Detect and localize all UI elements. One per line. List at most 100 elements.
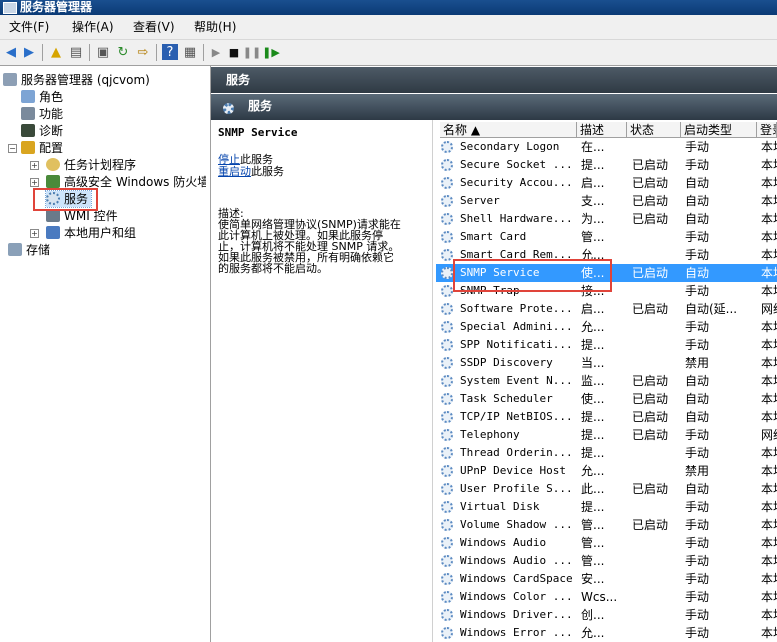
gear-icon [441, 501, 453, 513]
service-startup-cell: 手动 [685, 338, 710, 352]
expand-firewall-icon[interactable]: + [30, 178, 39, 187]
back-arrow-icon[interactable]: ◀ [3, 44, 19, 60]
pause-service-icon[interactable]: ❚❚ [243, 44, 261, 60]
service-row[interactable]: System Event N... 监... 已启动 自动 本地系统 [436, 372, 777, 390]
service-row[interactable]: Windows CardSpace 安... 手动 本地系统 [436, 570, 777, 588]
column-header-description[interactable]: 描述 [577, 122, 627, 138]
service-row[interactable]: SSDP Discovery 当... 禁用 本地服务 [436, 354, 777, 372]
service-logon-cell: 本地服务 [761, 158, 777, 172]
service-row[interactable]: User Profile S... 此... 已启动 自动 本地系统 [436, 480, 777, 498]
console-icon[interactable]: ▦ [182, 44, 198, 60]
gear-icon [441, 591, 453, 603]
refresh-icon[interactable]: ↻ [115, 44, 131, 60]
service-startup-cell: 手动 [685, 320, 710, 334]
restart-service-link[interactable]: 重启动 [218, 165, 251, 178]
service-status-cell: 已启动 [632, 392, 669, 406]
service-name-cell: Task Scheduler [460, 392, 553, 405]
tree-item-config[interactable]: 配置 [21, 140, 63, 156]
service-row[interactable]: Windows Color ... Wcs... 手动 本地服务 [436, 588, 777, 606]
service-status-cell: 已启动 [632, 212, 669, 226]
gear-icon [441, 393, 453, 405]
column-header-startup-type[interactable]: 启动类型 [681, 122, 757, 138]
service-name-cell: Telephony [460, 428, 520, 441]
service-row[interactable]: SPP Notificati... 提... 手动 本地服务 [436, 336, 777, 354]
service-row[interactable]: Volume Shadow ... 管... 已启动 手动 本地系统 [436, 516, 777, 534]
gear-icon [441, 321, 453, 333]
service-name-cell: SSDP Discovery [460, 356, 553, 369]
config-icon [21, 141, 35, 154]
service-logon-cell: 本地系统 [761, 212, 777, 226]
forward-arrow-icon[interactable]: ▶ [21, 44, 37, 60]
service-startup-cell: 自动 [685, 176, 710, 190]
service-row[interactable]: Special Admini... 允... 手动 本地系统 [436, 318, 777, 336]
service-startup-cell: 自动 [685, 410, 710, 424]
tree-item-task-scheduler[interactable]: 任务计划程序 [46, 157, 136, 173]
tree-item-diagnostics[interactable]: 诊断 [21, 123, 63, 139]
tree-item-features[interactable]: 功能 [21, 106, 63, 122]
expand-task-scheduler-icon[interactable]: + [30, 161, 39, 170]
service-status-cell: 已启动 [632, 176, 669, 190]
stop-service-icon[interactable]: ■ [226, 44, 242, 60]
gear-icon [441, 267, 453, 279]
service-row[interactable]: Telephony 提... 已启动 手动 网络服务 [436, 426, 777, 444]
service-row[interactable]: Server 支... 已启动 自动 本地系统 [436, 192, 777, 210]
service-row[interactable]: Task Scheduler 使... 已启动 自动 本地系统 [436, 390, 777, 408]
menu-view[interactable]: 查看(V) [133, 15, 175, 39]
service-logon-cell: 本地系统 [761, 482, 777, 496]
expand-local-users-icon[interactable]: + [30, 229, 39, 238]
column-header-name[interactable]: 名称 ▲ [440, 122, 577, 138]
panel-title: 服务 [226, 73, 251, 87]
title-bar: 服务器管理器 [0, 0, 777, 15]
service-name-cell: Software Prote... [460, 302, 573, 315]
service-row[interactable]: Windows Error ... 允... 手动 本地系统 [436, 624, 777, 642]
service-startup-cell: 手动 [685, 590, 710, 604]
service-status-cell: 已启动 [632, 410, 669, 424]
service-row[interactable]: Virtual Disk 提... 手动 本地系统 [436, 498, 777, 516]
properties-icon[interactable]: ▣ [95, 44, 111, 60]
service-name-cell: SPP Notificati... [460, 338, 573, 351]
help-icon[interactable]: ? [162, 44, 178, 60]
service-row[interactable]: Smart Card 管... 手动 本地服务 [436, 228, 777, 246]
service-desc-cell: 此... [581, 482, 605, 496]
restart-service-line: 重启动此服务 [218, 166, 284, 178]
service-row[interactable]: Security Accou... 启... 已启动 自动 本地系统 [436, 174, 777, 192]
service-name-cell: TCP/IP NetBIOS... [460, 410, 573, 423]
up-folder-icon[interactable]: ▲ [48, 44, 64, 60]
service-row[interactable]: TCP/IP NetBIOS... 提... 已启动 自动 本地服务 [436, 408, 777, 426]
column-header-logon[interactable]: 登录为 [757, 122, 777, 138]
service-row[interactable]: Thread Orderin... 提... 手动 本地服务 [436, 444, 777, 462]
service-desc-cell: 允... [581, 464, 605, 478]
service-row[interactable]: Windows Audio 管... 手动 本地服务 [436, 534, 777, 552]
gear-icon [441, 465, 453, 477]
gear-icon [441, 285, 453, 297]
service-row[interactable]: Software Prote... 启... 已启动 自动(延... 网络服务 [436, 300, 777, 318]
service-row[interactable]: UPnP Device Host 允... 禁用 本地服务 [436, 462, 777, 480]
service-row[interactable]: Shell Hardware... 为... 已启动 自动 本地系统 [436, 210, 777, 228]
tree-item-local-users[interactable]: 本地用户和组 [46, 225, 136, 241]
restart-service-icon[interactable]: ❚▶ [262, 44, 280, 60]
service-row[interactable]: Secure Socket ... 提... 已启动 手动 本地服务 [436, 156, 777, 174]
service-name-cell: Windows Driver... [460, 608, 573, 621]
tree-item-label: 高级安全 Windows 防火墙 [64, 175, 206, 189]
show-hide-tree-icon[interactable]: ▤ [68, 44, 84, 60]
tree-item-roles[interactable]: 角色 [21, 89, 63, 105]
service-name-cell: Smart Card [460, 230, 527, 243]
service-startup-cell: 手动 [685, 518, 710, 532]
menu-action[interactable]: 操作(A) [72, 15, 114, 39]
section-title: 服务 [248, 99, 273, 113]
service-row[interactable]: Secondary Logon 在... 手动 本地系统 [436, 138, 777, 156]
collapse-config-icon[interactable]: − [8, 144, 17, 153]
column-header-status[interactable]: 状态 [627, 122, 681, 138]
start-service-icon[interactable]: ▶ [208, 44, 224, 60]
service-logon-cell: 网络服务 [761, 302, 777, 316]
menu-file[interactable]: 文件(F) [9, 15, 49, 39]
service-startup-cell: 手动 [685, 608, 710, 622]
service-status-cell: 已启动 [632, 158, 669, 172]
tree-item-storage[interactable]: 存储 [8, 242, 50, 258]
menu-help[interactable]: 帮助(H) [194, 15, 236, 39]
export-list-icon[interactable]: ⇨ [135, 44, 151, 60]
service-startup-cell: 手动 [685, 140, 710, 154]
service-row[interactable]: Windows Audio ... 管... 手动 本地系统 [436, 552, 777, 570]
service-row[interactable]: Windows Driver... 创... 手动 本地系统 [436, 606, 777, 624]
tree-item-root[interactable]: 服务器管理器 (qjcvom) [3, 72, 150, 88]
